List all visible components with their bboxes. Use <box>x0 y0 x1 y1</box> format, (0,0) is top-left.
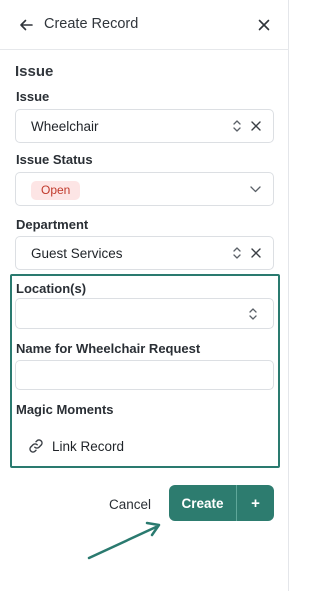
create-record-panel: Create Record Issue Issue Wheelchair Iss… <box>0 0 289 591</box>
annotation-arrow-icon <box>87 521 161 560</box>
